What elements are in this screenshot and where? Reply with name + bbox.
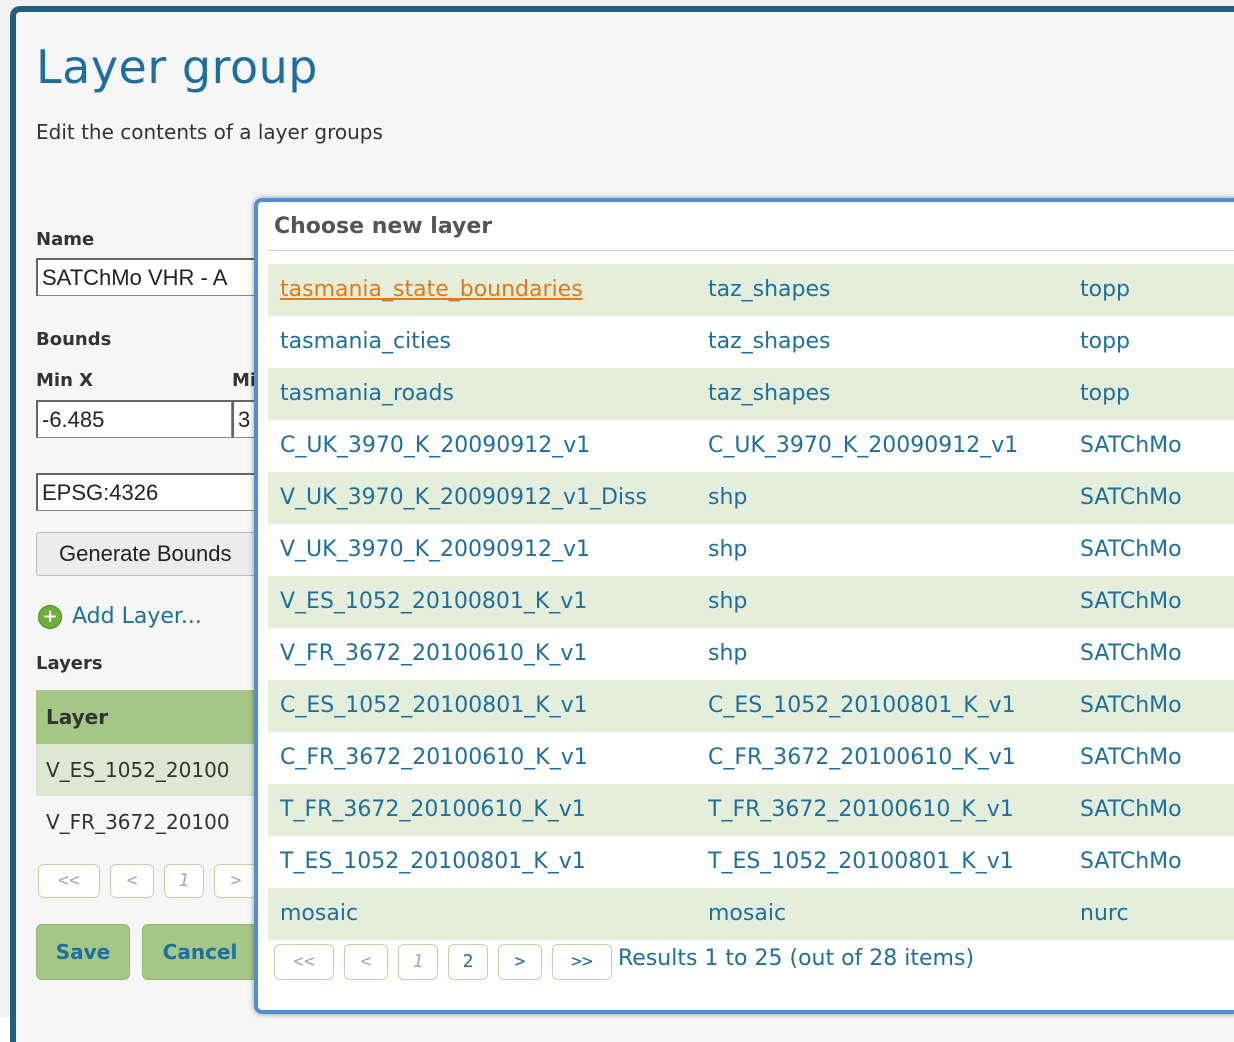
- layer-name-link[interactable]: C_UK_3970_K_20090912_v1: [280, 420, 590, 472]
- layer-store: C_FR_3672_20100610_K_v1: [708, 745, 1016, 770]
- layer-list-row[interactable]: C_ES_1052_20100801_K_v1 C_ES_1052_2010080…: [268, 680, 1234, 732]
- layer-list-row[interactable]: tasmania_roads taz_shapes topp: [268, 368, 1234, 420]
- layer-workspace: SATChMo: [1080, 485, 1182, 510]
- pager-prev-button[interactable]: <: [110, 864, 154, 898]
- layer-store: C_UK_3970_K_20090912_v1: [708, 433, 1019, 458]
- layers-table-row[interactable]: V_ES_1052_20100: [36, 744, 286, 796]
- dialog-pager-page-2[interactable]: 2: [448, 944, 488, 980]
- layer-list-row[interactable]: C_UK_3970_K_20090912_v1 C_UK_3970_K_20090…: [268, 420, 1234, 472]
- layers-label: Layers: [36, 653, 103, 674]
- layer-list-row[interactable]: V_UK_3970_K_20090912_v1 shp SATChMo: [268, 524, 1234, 576]
- choose-layer-dialog: Choose new layer tasmania_state_boundari…: [254, 198, 1234, 1014]
- layers-table: Layer V_ES_1052_20100 V_FR_3672_20100: [36, 690, 286, 848]
- layer-store: C_ES_1052_20100801_K_v1: [708, 693, 1016, 718]
- layers-table-row[interactable]: V_FR_3672_20100: [36, 796, 286, 848]
- layer-store: taz_shapes: [708, 381, 831, 406]
- save-button[interactable]: Save: [36, 924, 130, 980]
- layer-store: taz_shapes: [708, 329, 831, 354]
- add-icon: +: [38, 604, 62, 629]
- minx-input[interactable]: -6.485: [36, 400, 232, 438]
- layer-list-row[interactable]: T_ES_1052_20100801_K_v1 T_ES_1052_2010080…: [268, 836, 1234, 888]
- dialog-pager: << < 1 2 > >> Results 1 to 25 (out of 28…: [268, 944, 1234, 984]
- layer-workspace: topp: [1080, 277, 1131, 302]
- layer-list-row[interactable]: V_FR_3672_20100610_K_v1 shp SATChMo: [268, 628, 1234, 680]
- dialog-title: Choose new layer: [274, 214, 493, 239]
- layer-name-link[interactable]: C_FR_3672_20100610_K_v1: [280, 732, 588, 784]
- layer-workspace: SATChMo: [1080, 745, 1182, 770]
- layer-list-row[interactable]: C_FR_3672_20100610_K_v1 C_FR_3672_2010061…: [268, 732, 1234, 784]
- layer-workspace: topp: [1080, 381, 1131, 406]
- layer-workspace: nurc: [1080, 901, 1129, 926]
- layer-store: shp: [708, 485, 748, 510]
- layer-name-link[interactable]: tasmania_state_boundaries: [280, 264, 583, 316]
- layer-workspace: SATChMo: [1080, 641, 1182, 666]
- layer-workspace: SATChMo: [1080, 693, 1182, 718]
- dialog-pager-prev-button[interactable]: <: [344, 944, 388, 980]
- bounds-label: Bounds: [36, 329, 112, 350]
- layer-workspace: SATChMo: [1080, 797, 1182, 822]
- layer-list-row[interactable]: tasmania_cities taz_shapes topp: [268, 316, 1234, 368]
- add-layer-link[interactable]: + Add Layer...: [38, 604, 202, 629]
- pager-page-1-label: 1: [178, 870, 190, 891]
- pager-first-button[interactable]: <<: [38, 864, 100, 898]
- layer-name-link[interactable]: V_FR_3672_20100610_K_v1: [280, 628, 587, 680]
- layer-name-link[interactable]: T_ES_1052_20100801_K_v1: [280, 836, 586, 888]
- layer-list-row[interactable]: V_UK_3970_K_20090912_v1_Diss shp SATChMo: [268, 472, 1234, 524]
- layer-list: tasmania_state_boundaries taz_shapes topp t…: [268, 264, 1234, 940]
- layers-table-header[interactable]: Layer: [36, 690, 286, 744]
- results-summary: Results 1 to 25 (out of 28 items): [618, 946, 975, 971]
- page-title: Layer group: [36, 40, 318, 94]
- layer-store: T_FR_3672_20100610_K_v1: [708, 797, 1014, 822]
- layer-workspace: SATChMo: [1080, 433, 1182, 458]
- dialog-pager-next-button[interactable]: >: [498, 944, 542, 980]
- layer-name-link[interactable]: tasmania_cities: [280, 316, 451, 368]
- layer-name-link[interactable]: C_ES_1052_20100801_K_v1: [280, 680, 588, 732]
- layer-name-link[interactable]: T_FR_3672_20100610_K_v1: [280, 784, 586, 836]
- layer-list-row[interactable]: tasmania_state_boundaries taz_shapes topp: [268, 264, 1234, 316]
- name-label: Name: [36, 229, 95, 250]
- layer-list-row[interactable]: V_ES_1052_20100801_K_v1 shp SATChMo: [268, 576, 1234, 628]
- layer-workspace: SATChMo: [1080, 589, 1182, 614]
- miny-label: Mi: [232, 370, 257, 391]
- dialog-pager-first-button[interactable]: <<: [274, 944, 334, 980]
- minx-label: Min X: [36, 370, 94, 391]
- layer-name-link[interactable]: mosaic: [280, 888, 358, 940]
- dialog-pager-page-1[interactable]: 1: [398, 944, 438, 980]
- layer-store: shp: [708, 537, 748, 562]
- layer-store: shp: [708, 641, 748, 666]
- generate-bounds-button[interactable]: Generate Bounds: [36, 532, 276, 576]
- layer-store: mosaic: [708, 901, 787, 926]
- layer-list-row[interactable]: mosaic mosaic nurc: [268, 888, 1234, 940]
- dialog-pager-page-1-label: 1: [412, 951, 424, 972]
- layer-workspace: SATChMo: [1080, 537, 1182, 562]
- cancel-button[interactable]: Cancel: [142, 924, 258, 980]
- dialog-pager-last-button[interactable]: >>: [552, 944, 612, 980]
- layer-name-link[interactable]: V_ES_1052_20100801_K_v1: [280, 576, 587, 628]
- layer-list-row[interactable]: T_FR_3672_20100610_K_v1 T_FR_3672_2010061…: [268, 784, 1234, 836]
- name-input[interactable]: SATChMo VHR - A: [36, 258, 266, 296]
- add-layer-label: Add Layer...: [72, 604, 202, 629]
- layer-store: T_ES_1052_20100801_K_v1: [708, 849, 1014, 874]
- pager-page-1[interactable]: 1: [164, 864, 204, 898]
- layer-workspace: topp: [1080, 329, 1131, 354]
- layer-store: shp: [708, 589, 748, 614]
- layer-name-link[interactable]: V_UK_3970_K_20090912_v1: [280, 524, 590, 576]
- dialog-title-divider: [268, 250, 1234, 251]
- layer-name-link[interactable]: V_UK_3970_K_20090912_v1_Diss: [280, 472, 647, 524]
- layer-workspace: SATChMo: [1080, 849, 1182, 874]
- layer-name-link[interactable]: tasmania_roads: [280, 368, 454, 420]
- srs-input[interactable]: EPSG:4326: [36, 473, 272, 511]
- pager-next-button[interactable]: >: [214, 864, 258, 898]
- layer-store: taz_shapes: [708, 277, 831, 302]
- page-subtitle: Edit the contents of a layer groups: [36, 120, 383, 144]
